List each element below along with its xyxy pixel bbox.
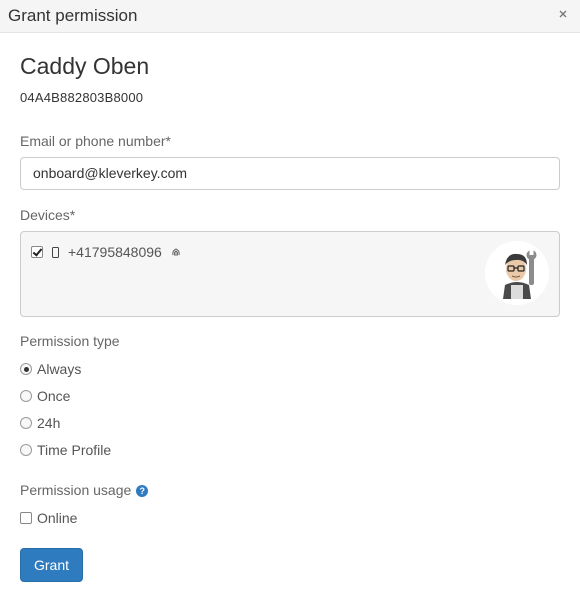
contact-label: Email or phone number* bbox=[20, 133, 171, 149]
permission-usage-header: Permission usage? bbox=[20, 482, 149, 498]
radio-button[interactable] bbox=[20, 444, 32, 456]
device-item: +41795848096 bbox=[31, 244, 182, 260]
dialog-titlebar: Grant permission bbox=[0, 0, 580, 33]
radio-24h[interactable]: 24h bbox=[20, 415, 60, 431]
fingerprint-icon bbox=[172, 248, 180, 256]
device-checkbox[interactable] bbox=[31, 246, 43, 258]
radio-always[interactable]: Always bbox=[20, 361, 81, 377]
radio-label: Always bbox=[37, 361, 82, 377]
online-label: Online bbox=[37, 510, 78, 526]
grant-permission-dialog: Grant permission Caddy Oben 04A4B882803B… bbox=[0, 0, 580, 600]
mechanic-avatar bbox=[485, 241, 549, 305]
devices-box: +41795848096 bbox=[20, 231, 560, 317]
radio-label: Time Profile bbox=[37, 442, 112, 458]
mechanic-avatar-icon bbox=[485, 241, 549, 305]
radio-once[interactable]: Once bbox=[20, 388, 70, 404]
email-or-phone-input[interactable]: onboard@kleverkey.com bbox=[20, 157, 560, 190]
phone-icon bbox=[52, 246, 59, 258]
dialog-title: Grant permission bbox=[8, 6, 138, 25]
lock-name: Caddy Oben bbox=[20, 53, 150, 79]
radio-label: 24h bbox=[37, 415, 61, 431]
lock-serial: 04A4B882803B8000 bbox=[20, 90, 144, 105]
radio-button[interactable] bbox=[20, 417, 32, 429]
close-icon[interactable] bbox=[556, 7, 570, 21]
online-option[interactable]: Online bbox=[20, 510, 77, 526]
question-icon[interactable]: ? bbox=[136, 485, 149, 497]
radio-button[interactable] bbox=[20, 363, 32, 375]
permission-usage-label: Permission usage bbox=[20, 482, 132, 498]
device-number: +41795848096 bbox=[68, 244, 162, 260]
online-checkbox[interactable] bbox=[20, 512, 32, 524]
devices-label: Devices* bbox=[20, 207, 76, 223]
permission-type-label: Permission type bbox=[20, 333, 120, 349]
radio-button[interactable] bbox=[20, 390, 32, 402]
radio-time-profile[interactable]: Time Profile bbox=[20, 442, 111, 458]
grant-button[interactable]: Grant bbox=[20, 548, 83, 582]
radio-label: Once bbox=[37, 388, 71, 404]
